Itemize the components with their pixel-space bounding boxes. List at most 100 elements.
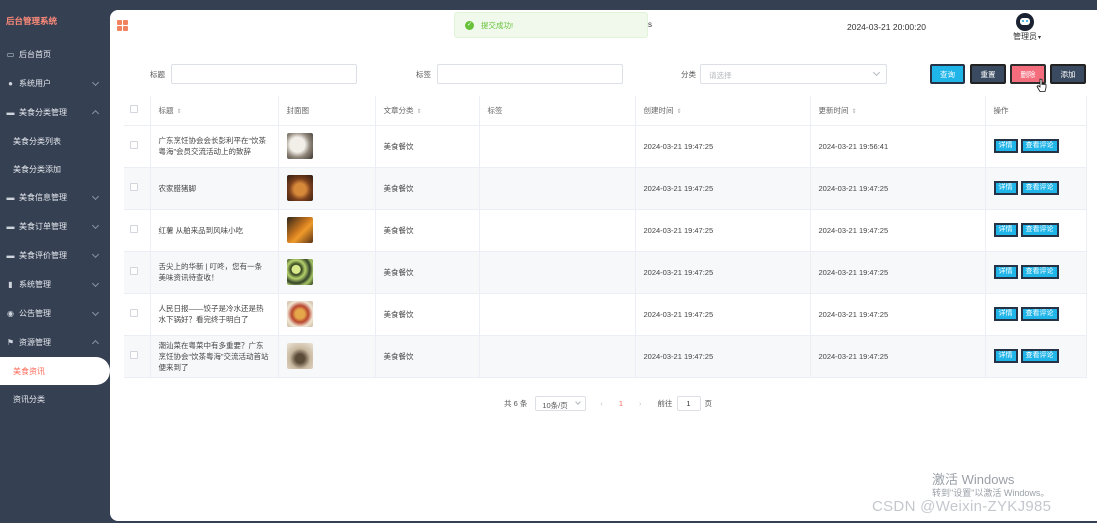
sidebar-item-label: 美食评价管理 bbox=[19, 251, 67, 260]
detail-button[interactable]: 详情 bbox=[993, 349, 1018, 363]
row-checkbox[interactable] bbox=[130, 182, 138, 191]
sidebar-item-food-reviews[interactable]: ▬ 美食评价管理 bbox=[0, 241, 110, 270]
sidebar-item-label: 系统用户 bbox=[19, 79, 51, 88]
avatar[interactable] bbox=[1016, 13, 1034, 31]
user-menu[interactable]: 管理员▾ bbox=[1013, 31, 1041, 42]
cell-cover bbox=[278, 335, 376, 378]
cell-tag bbox=[479, 167, 636, 210]
table-row: 农家腊猪脚 美食餐饮 2024-03-21 19:47:25 2024-03-2… bbox=[124, 167, 1087, 210]
cover-image[interactable] bbox=[286, 217, 313, 243]
table-row: 广东烹饪协会会长彭利平在“饮茶粤海”会员交流活动上的致辞 美食餐饮 2024-0… bbox=[124, 125, 1087, 168]
chevron-down-icon bbox=[91, 279, 100, 288]
page-number-current[interactable]: 1 bbox=[619, 399, 623, 408]
cell-actions: 详情 查看评论 bbox=[985, 335, 1087, 378]
sidebar-item-food-orders[interactable]: ▬ 美食订单管理 bbox=[0, 212, 110, 241]
cover-image[interactable] bbox=[286, 343, 313, 369]
main-panel: ✓ 提交成功! s 2024-03-21 20:00:20 管理员▾ 标题 标签… bbox=[110, 10, 1097, 521]
cell-updated: 2024-03-21 19:47:25 bbox=[810, 251, 986, 294]
sort-icon[interactable]: ⇕ bbox=[852, 109, 857, 115]
sidebar-item-home[interactable]: ▭ 后台首页 bbox=[0, 40, 110, 69]
category-select[interactable]: 请选择 bbox=[700, 64, 887, 84]
sort-icon[interactable]: ⇕ bbox=[677, 109, 682, 115]
cell-cover bbox=[278, 167, 376, 210]
title-filter-input[interactable] bbox=[171, 64, 357, 84]
page-jump-input[interactable]: 1 bbox=[676, 395, 701, 411]
detail-button[interactable]: 详情 bbox=[993, 307, 1018, 321]
column-header-updated[interactable]: 更新时间 ⇕ bbox=[810, 96, 986, 126]
sidebar-item-system[interactable]: ▮ 系统管理 bbox=[0, 270, 110, 299]
sidebar-subitem-news-category[interactable]: 资讯分类 bbox=[0, 385, 110, 413]
info-icon: ◉ bbox=[7, 309, 14, 318]
sidebar-item-food-category[interactable]: ▬ 美食分类管理 bbox=[0, 98, 110, 127]
cell-actions: 详情 查看评论 bbox=[985, 125, 1087, 168]
sort-icon[interactable]: ⇕ bbox=[177, 109, 182, 115]
grid-menu-icon[interactable] bbox=[117, 20, 128, 31]
sidebar-item-label: 美食分类管理 bbox=[19, 108, 67, 117]
cover-image[interactable] bbox=[286, 133, 313, 159]
reset-button[interactable]: 重置 bbox=[970, 64, 1006, 84]
goto-label: 前往 bbox=[657, 398, 673, 408]
cell-tag bbox=[479, 209, 636, 252]
sidebar-item-notice[interactable]: ◉ 公告管理 bbox=[0, 299, 110, 328]
view-comments-button[interactable]: 查看评论 bbox=[1020, 349, 1059, 363]
cell-category: 美食餐饮 bbox=[375, 209, 480, 252]
sidebar-item-resources[interactable]: ⚑ 资源管理 bbox=[0, 328, 110, 357]
sidebar-subitem-category-add[interactable]: 美食分类添加 bbox=[0, 155, 110, 183]
cell-title: 广东烹饪协会会长彭利平在“饮茶粤海”会员交流活动上的致辞 bbox=[150, 125, 279, 168]
sort-icon[interactable]: ⇕ bbox=[417, 109, 422, 115]
tag-filter-input[interactable] bbox=[437, 64, 623, 84]
column-header-created[interactable]: 创建时间 ⇕ bbox=[635, 96, 811, 126]
row-checkbox[interactable] bbox=[130, 140, 138, 149]
cover-image[interactable] bbox=[286, 259, 313, 285]
add-button[interactable]: 添加 bbox=[1050, 64, 1086, 84]
cover-image[interactable] bbox=[286, 175, 313, 201]
view-comments-button[interactable]: 查看评论 bbox=[1020, 139, 1059, 153]
detail-button[interactable]: 详情 bbox=[993, 139, 1018, 153]
next-page-button[interactable]: › bbox=[639, 399, 642, 408]
sidebar-item-system-users[interactable]: ● 系统用户 bbox=[0, 69, 110, 98]
view-comments-button[interactable]: 查看评论 bbox=[1020, 307, 1059, 321]
cell-category: 美食餐饮 bbox=[375, 125, 480, 168]
sidebar-subitem-food-news[interactable]: 美食资讯 bbox=[0, 357, 110, 385]
chevron-down-icon bbox=[91, 192, 100, 201]
table-row: 潮汕菜在粤菜中有多重要？广东烹饪协会“饮茶粤海”交流活动首站便来到了 美食餐饮 … bbox=[124, 335, 1087, 378]
sidebar-item-food-info[interactable]: ▬ 美食信息管理 bbox=[0, 183, 110, 212]
cell-title: 人民日报——饺子是冷水还是热水下锅好？看完终于明白了 bbox=[150, 293, 279, 336]
tag-filter-label: 标签 bbox=[416, 70, 431, 79]
category-select-placeholder: 请选择 bbox=[709, 71, 732, 80]
cell-title: 舌尖上的华新 | 叮咚，您有一条美味资讯待查收！ bbox=[150, 251, 279, 294]
cell-title: 潮汕菜在粤菜中有多重要？广东烹饪协会“饮茶粤海”交流活动首站便来到了 bbox=[150, 335, 279, 378]
detail-button[interactable]: 详情 bbox=[993, 265, 1018, 279]
csdn-watermark: CSDN @Weixin-ZYKJ985 bbox=[872, 498, 1052, 515]
cell-updated: 2024-03-21 19:47:25 bbox=[810, 209, 986, 252]
view-comments-button[interactable]: 查看评论 bbox=[1020, 181, 1059, 195]
view-comments-button[interactable]: 查看评论 bbox=[1020, 223, 1059, 237]
row-checkbox[interactable] bbox=[130, 224, 138, 233]
news-table: 标题 ⇕ 封面图 文章分类 ⇕ 标签 创建时间 ⇕ 更新时间 ⇕ 操作 广东烹饪协会会长… bbox=[124, 96, 1087, 378]
select-all-cell[interactable] bbox=[124, 96, 151, 126]
sidebar-item-label: 美食订单管理 bbox=[19, 222, 67, 231]
cell-tag bbox=[479, 125, 636, 168]
sidebar-subitem-category-list[interactable]: 美食分类列表 bbox=[0, 127, 110, 155]
sidebar-item-label: 公告管理 bbox=[19, 309, 51, 318]
select-all-checkbox[interactable] bbox=[130, 105, 138, 114]
cell-cover bbox=[278, 209, 376, 252]
detail-button[interactable]: 详情 bbox=[993, 223, 1018, 237]
view-comments-button[interactable]: 查看评论 bbox=[1020, 265, 1059, 279]
detail-button[interactable]: 详情 bbox=[993, 181, 1018, 195]
page-size-select[interactable]: 10条/页 bbox=[535, 395, 587, 411]
row-checkbox[interactable] bbox=[130, 350, 138, 359]
column-header-title[interactable]: 标题 ⇕ bbox=[150, 96, 279, 126]
query-button[interactable]: 查询 bbox=[930, 64, 965, 84]
prev-page-button[interactable]: ‹ bbox=[600, 399, 603, 408]
row-checkbox[interactable] bbox=[130, 308, 138, 317]
cell-updated: 2024-03-21 19:47:25 bbox=[810, 335, 986, 378]
cell-updated: 2024-03-21 19:56:41 bbox=[810, 125, 986, 168]
cover-image[interactable] bbox=[286, 301, 313, 327]
robot-icon bbox=[1020, 18, 1030, 25]
row-checkbox[interactable] bbox=[130, 266, 138, 275]
chevron-down-icon bbox=[91, 250, 100, 259]
table-row: 红薯 从舶来品到风味小吃 美食餐饮 2024-03-21 19:47:25 20… bbox=[124, 209, 1087, 252]
column-header-category[interactable]: 文章分类 ⇕ bbox=[375, 96, 480, 126]
user-icon: ● bbox=[8, 79, 13, 88]
